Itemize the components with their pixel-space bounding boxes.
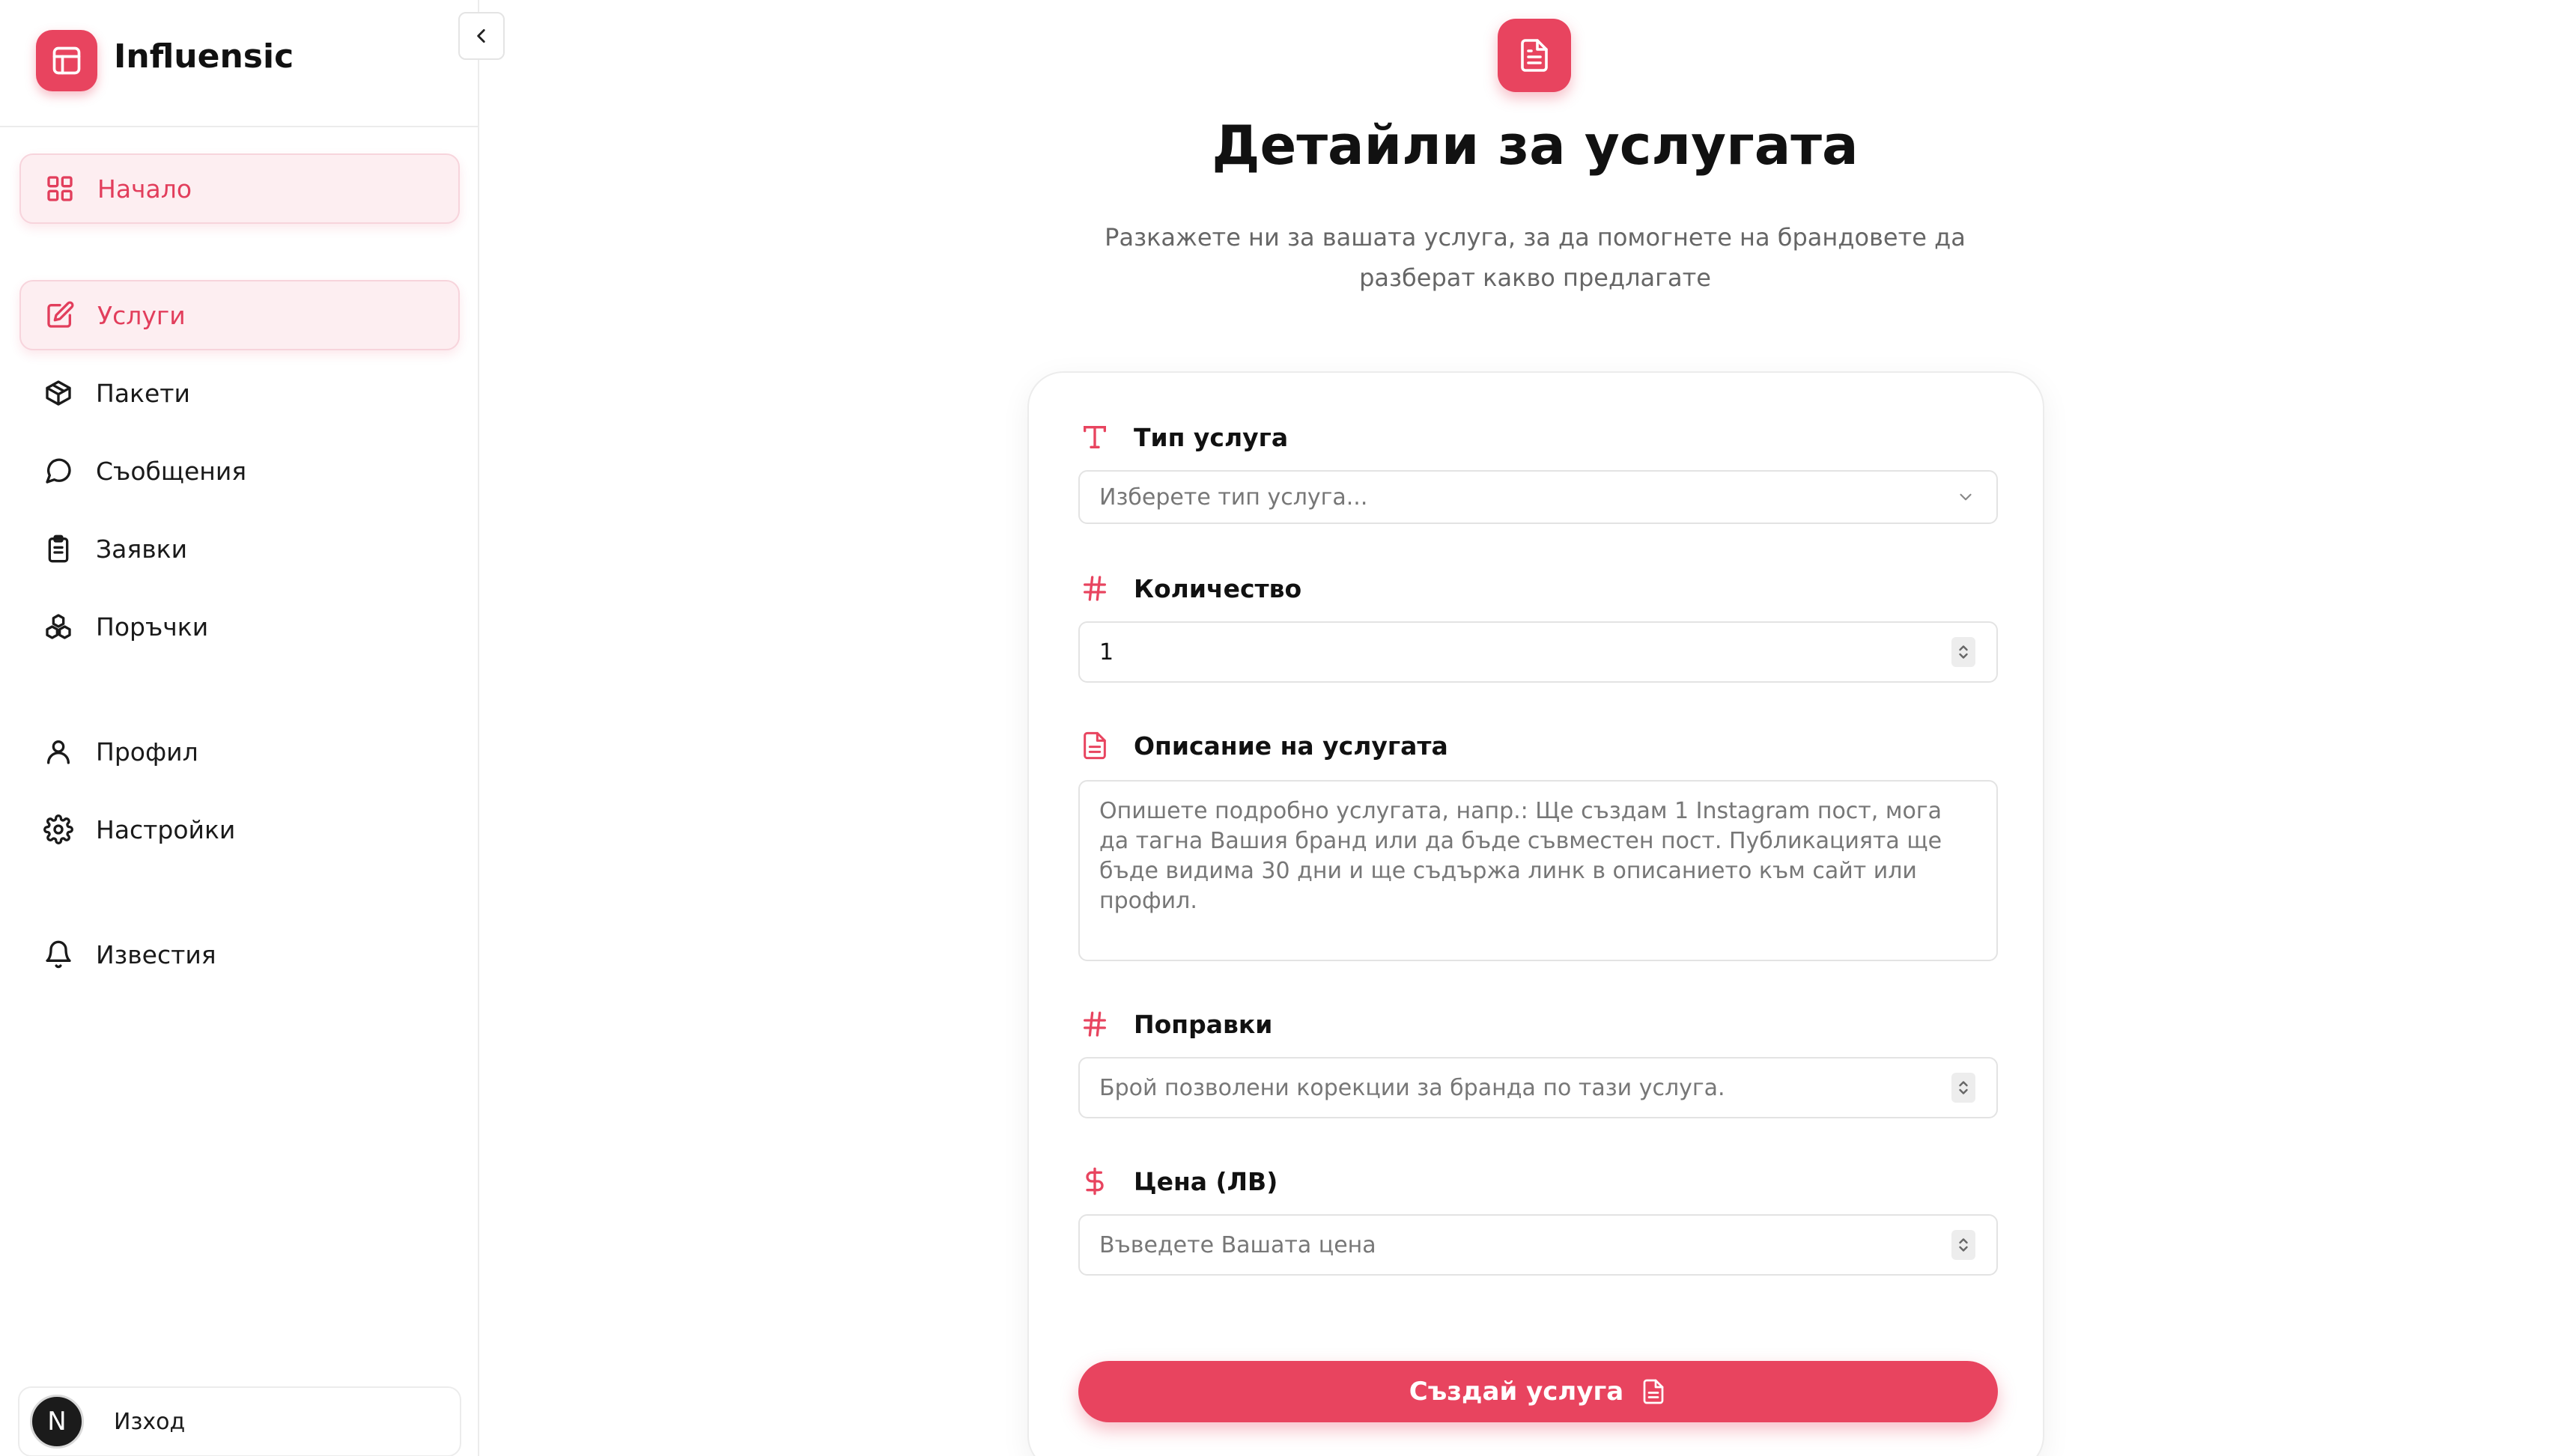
price-input[interactable]: Въведете Вашата цена [1078, 1214, 1998, 1276]
revisions-input[interactable]: Брой позволени корекции за бранда по таз… [1078, 1057, 1998, 1118]
page-subtitle: Разкажете ни за вашата услуга, за да пом… [1105, 223, 1966, 292]
create-service-label: Създай услуга [1409, 1377, 1624, 1407]
price-label: Цена (ЛВ) [1078, 1165, 1278, 1198]
stepper-arrows[interactable] [1951, 1073, 1975, 1103]
brand-name: Influensic [114, 37, 294, 76]
bell-icon [42, 938, 75, 971]
stepper-icon[interactable] [1951, 637, 1975, 667]
file-text-icon [1640, 1378, 1667, 1405]
hash-icon [1078, 1008, 1111, 1041]
sidebar-item-label: Начало [97, 174, 192, 204]
sidebar-item-orders[interactable]: Поръчки [19, 591, 460, 662]
create-service-button[interactable]: Създай услуга [1078, 1361, 1998, 1422]
description-placeholder: Опишете подробно услугата, напр.: Ще съз… [1099, 798, 1942, 914]
edit-icon [43, 299, 76, 332]
sidebar-item-label: Заявки [96, 534, 188, 564]
grid-icon [43, 172, 76, 205]
sidebar-item-label: Поръчки [96, 612, 209, 642]
layout-icon [52, 46, 81, 75]
file-text-icon [1078, 729, 1111, 762]
sidebar-item-label: Профил [96, 737, 198, 767]
package-icon [42, 377, 75, 409]
chat-icon [42, 454, 75, 487]
sidebar-item-label: Настройки [96, 814, 236, 844]
page-title: Детайли за услугата [1212, 114, 1859, 177]
service-type-placeholder: Изберете тип услуга... [1099, 484, 1368, 511]
sidebar-item-label: Съобщения [96, 456, 247, 486]
revisions-label: Поправки [1078, 1008, 1272, 1041]
quantity-stepper[interactable]: 1 [1078, 621, 1998, 683]
stepper-arrows[interactable] [1951, 637, 1975, 667]
gear-icon [42, 813, 75, 846]
chevron-left-icon [477, 29, 485, 43]
document-icon [1498, 19, 1571, 92]
chevron-down-icon [1956, 487, 1975, 507]
sidebar-item-notifications[interactable]: Известия [19, 919, 460, 990]
sidebar-item-home[interactable]: Начало [19, 153, 460, 224]
sidebar-item-label: Пакети [96, 378, 190, 408]
boxes-icon [42, 610, 75, 643]
user-icon [42, 735, 75, 768]
clipboard-icon [42, 532, 75, 565]
brand-header: Influensic [0, 0, 479, 127]
text-type-icon [1078, 421, 1111, 454]
sidebar-item-requests[interactable]: Заявки [19, 514, 460, 584]
sidebar-item-profile[interactable]: Профил [19, 716, 460, 787]
sidebar-item-settings[interactable]: Настройки [19, 794, 460, 865]
collapse-sidebar-button[interactable] [458, 12, 505, 60]
stepper-icon[interactable] [1951, 1073, 1975, 1103]
sidebar-item-label: Известия [96, 939, 216, 969]
revisions-placeholder: Брой позволени корекции за бранда по таз… [1099, 1074, 1725, 1101]
sidebar-item-packages[interactable]: Пакети [19, 358, 460, 428]
sidebar-item-services[interactable]: Услуги [19, 280, 460, 350]
stepper-icon[interactable] [1951, 1230, 1975, 1260]
avatar: N [30, 1395, 84, 1449]
dollar-icon [1078, 1165, 1111, 1198]
stepper-arrows[interactable] [1951, 1230, 1975, 1260]
sidebar-item-messages[interactable]: Съобщения [19, 436, 460, 506]
service-type-select[interactable]: Изберете тип услуга... [1078, 470, 1998, 524]
brand-logo[interactable] [36, 30, 97, 91]
description-label: Описание на услугата [1078, 729, 1448, 762]
sidebar-item-label: Услуги [97, 300, 186, 330]
description-textarea[interactable]: Опишете подробно услугата, напр.: Ще съз… [1078, 780, 1998, 961]
hash-icon [1078, 572, 1111, 605]
quantity-label: Количество [1078, 572, 1301, 605]
service-type-label: Тип услуга [1078, 421, 1288, 454]
logout-button[interactable]: N Изход [18, 1386, 461, 1456]
price-placeholder: Въведете Вашата цена [1099, 1231, 1376, 1258]
quantity-value: 1 [1099, 639, 1114, 665]
logout-label: Изход [114, 1408, 186, 1435]
